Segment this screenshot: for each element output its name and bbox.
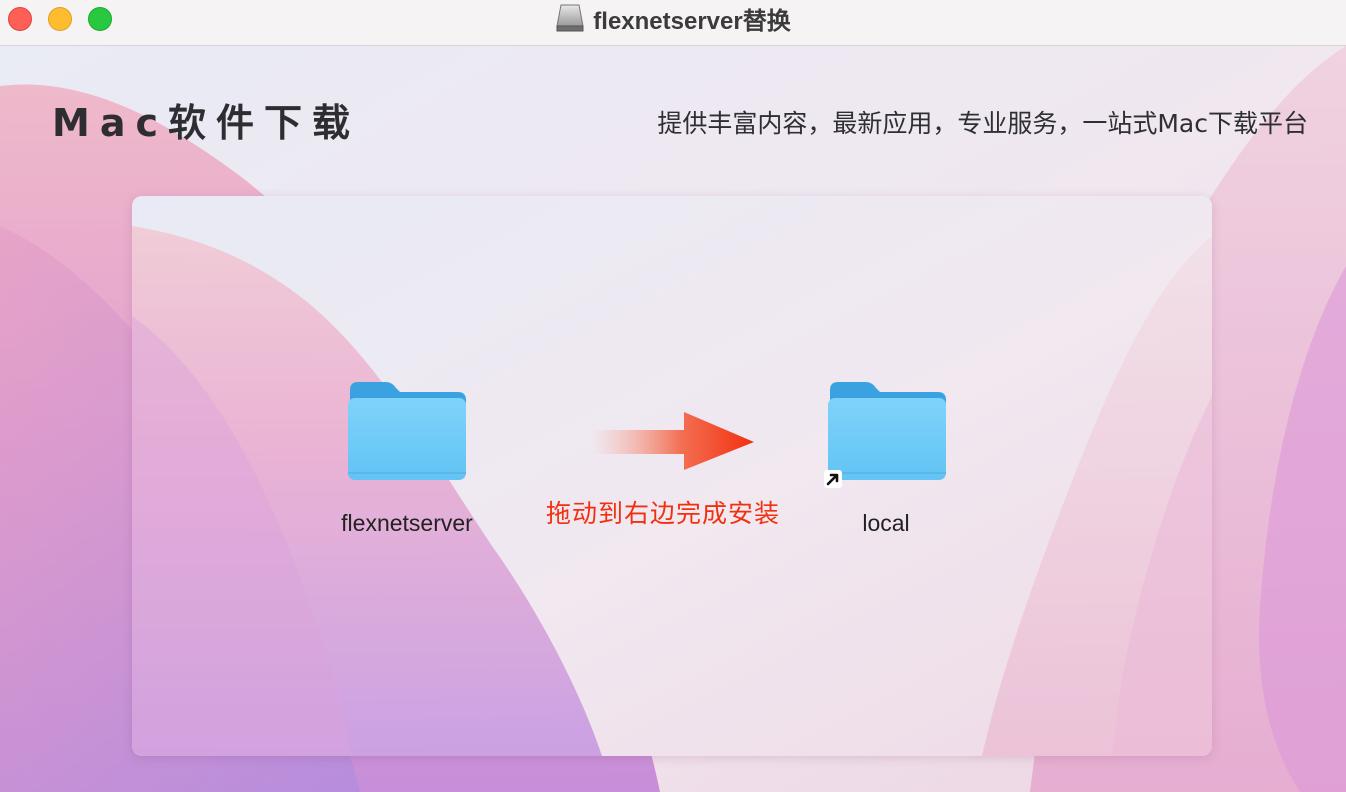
source-folder-icon[interactable] xyxy=(346,380,468,482)
title-bar: flexnetserver替换 xyxy=(0,0,1346,46)
install-instruction: 拖动到右边完成安装 xyxy=(546,499,781,528)
installer-panel: flexnetserver 拖动到右边完成安装 local xyxy=(132,196,1212,756)
brand-tagline: 提供丰富内容，最新应用，专业服务，一站式Mac下载平台 xyxy=(657,109,1308,138)
target-folder-label: local xyxy=(862,510,910,536)
disk-image-icon xyxy=(556,4,584,32)
window-title-group: flexnetserver替换 xyxy=(0,0,1346,36)
source-folder-label: flexnetserver xyxy=(341,510,473,536)
brand-title: Mac软件下载 xyxy=(52,101,360,145)
target-folder-alias-icon[interactable] xyxy=(826,380,948,482)
right-arrow-icon xyxy=(592,412,754,470)
alias-arrow-icon xyxy=(824,470,842,488)
window-title: flexnetserver替换 xyxy=(593,7,791,35)
installer-panel-background xyxy=(132,196,1212,756)
